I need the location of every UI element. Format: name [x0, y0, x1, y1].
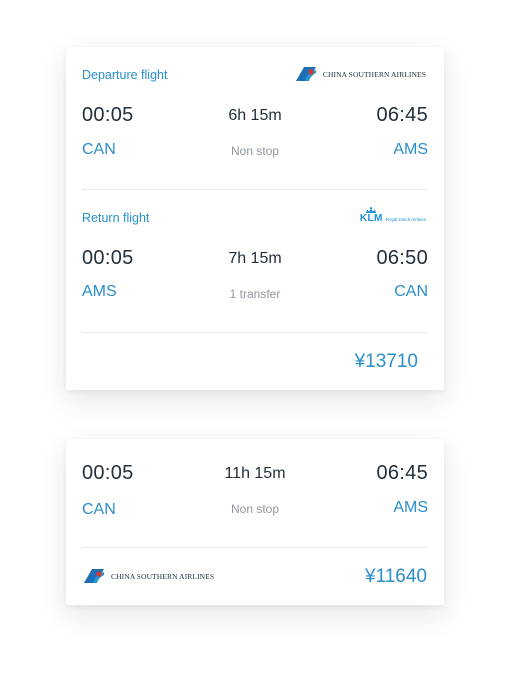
- oneway-destination-code: AMS: [393, 499, 428, 516]
- section-divider: [82, 189, 428, 190]
- return-arrive-time: 06:50: [376, 247, 428, 269]
- oneway-airline-logo: CHINA SOUTHERN AIRLINES: [83, 568, 214, 584]
- oneway-arrive-time: 06:45: [376, 462, 428, 484]
- flight-result-card-roundtrip[interactable]: Departure flight CHINA SOUTHERN AIRLINES…: [66, 47, 444, 390]
- china-southern-logo-icon: [84, 569, 104, 583]
- return-flight-label: Return flight: [82, 211, 150, 225]
- roundtrip-price: ¥13710: [354, 351, 418, 372]
- departure-arrive-time: 06:45: [376, 104, 428, 126]
- return-airline-name: KLM: [359, 213, 383, 224]
- flight-result-card-oneway[interactable]: 00:05 11h 15m 06:45 CAN Non stop AMS CHI…: [66, 439, 444, 605]
- oneway-airline-name: CHINA SOUTHERN AIRLINES: [111, 571, 215, 581]
- price-divider: [82, 547, 428, 548]
- departure-stops: Non stop: [230, 144, 280, 158]
- oneway-stops: Non stop: [230, 502, 280, 516]
- departure-airline-name: CHINA SOUTHERN AIRLINES: [322, 69, 426, 79]
- oneway-price: ¥11640: [365, 566, 427, 587]
- klm-logo-icon: KLM: [360, 207, 383, 224]
- return-airline-logo: KLM Royal Dutch Airlines: [360, 207, 426, 224]
- departure-flight-label: Departure flight: [82, 68, 168, 82]
- china-southern-logo-icon: [295, 67, 316, 81]
- return-stops: 1 transfer: [229, 287, 281, 301]
- departure-destination-code: AMS: [393, 141, 428, 158]
- return-destination-code: CAN: [394, 283, 428, 300]
- return-airline-subtitle: Royal Dutch Airlines: [385, 217, 426, 222]
- departure-airline-logo: CHINA SOUTHERN AIRLINES: [295, 66, 426, 82]
- price-divider: [82, 332, 428, 333]
